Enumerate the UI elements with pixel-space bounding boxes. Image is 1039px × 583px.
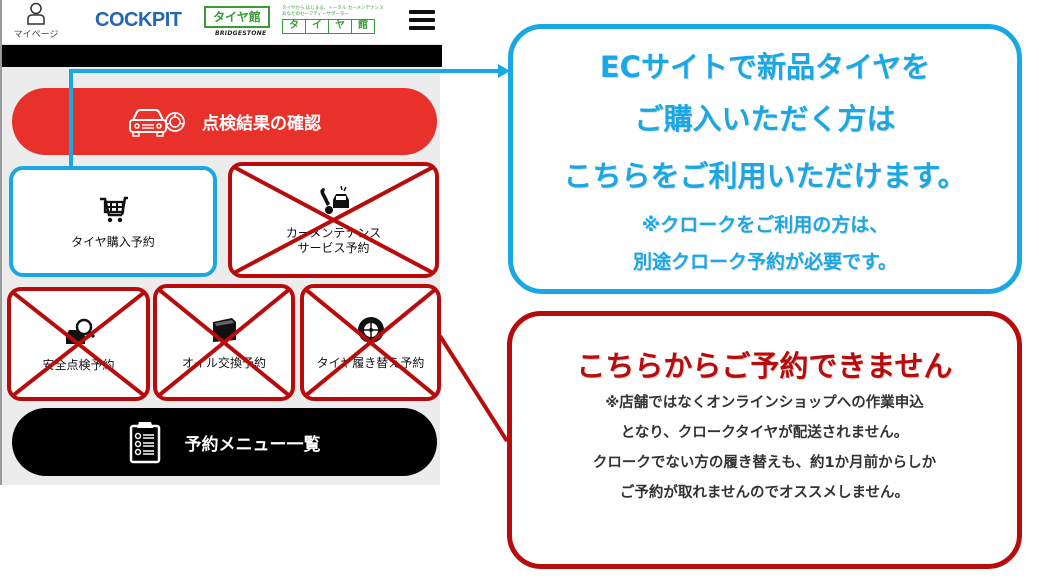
logo-char: イ [305, 19, 329, 34]
tile-label: タイヤ購入予約 [71, 235, 155, 249]
callout-line: ご購入いただく方は [634, 102, 896, 136]
tire-icon [357, 317, 384, 343]
tile-safety-inspection[interactable]: 安全点検予約 [7, 287, 150, 401]
callout-title: こちらからご予約できません [576, 349, 953, 383]
callout-note: ※クロークをご利用の方は、 [641, 214, 889, 236]
user-icon [27, 2, 45, 25]
site-header: マイページ COCKPIT タイヤ館 BRIDGESTONE タイヤから はじま… [2, 0, 442, 45]
tile-label: カーメンテナンス サービス予約 [285, 226, 382, 255]
tile-car-maintenance[interactable]: カーメンテナンス サービス予約 [228, 162, 439, 278]
tile-tire-purchase[interactable]: タイヤ購入予約 [9, 166, 217, 277]
taiyakan-supporter-logo[interactable]: タイヤから はじまる、トータル カーメンテナンス あなたのセーフティーサポーター… [282, 6, 383, 34]
cockpit-logo[interactable]: COCKPIT [95, 9, 182, 32]
car-check-icon [129, 108, 185, 137]
callout-note: 別途クローク予約が必要です。 [632, 251, 898, 273]
callout-line: こちらをご利用いただけます。 [563, 159, 967, 193]
logo-char: タ [282, 19, 306, 34]
tile-label: タイヤ履き替え予約 [316, 356, 425, 370]
hamburger-menu-icon[interactable] [409, 10, 435, 32]
unavailable-cross-mark [232, 166, 435, 274]
callout-unavailable: こちらからご予約できません ※店舗ではなくオンラインショップへの作業申込 となり… [507, 311, 1022, 569]
callout-line: ご予約が取れませんのでオススメしません。 [619, 485, 910, 501]
logo-char: ヤ [328, 19, 352, 34]
callout-line: となり、クロークタイヤが配送されません。 [620, 425, 909, 441]
logo-char: 館 [351, 19, 375, 34]
callout-line: クロークでない方の履き替えも、約1か月前からしか [592, 455, 937, 471]
taiyakan-logo[interactable]: タイヤ館 [204, 6, 270, 28]
logo-tagline-2: あなたのセーフティーサポーター [282, 12, 349, 17]
tile-label: オイル交換予約 [181, 356, 266, 370]
car-inspection-icon [65, 318, 95, 344]
inspection-results-button[interactable]: 点検結果の確認 [12, 88, 437, 155]
tile-label: 安全点検予約 [42, 357, 115, 372]
inspection-results-label: 点検結果の確認 [202, 114, 321, 134]
oil-can-icon [213, 318, 236, 342]
tile-tire-change[interactable]: タイヤ履き替え予約 [300, 284, 441, 401]
clipboard-checklist-icon [129, 422, 160, 464]
reservation-menu-list-button[interactable]: 予約メニュー一覧 [12, 408, 437, 476]
nav-bar [2, 45, 442, 67]
bridgestone-logo: BRIDGESTONE [215, 30, 267, 37]
car-repair-icon [319, 185, 349, 214]
mypage-link[interactable]: マイページ [10, 2, 62, 40]
mypage-label: マイページ [13, 30, 59, 40]
red-connector-line [438, 334, 509, 443]
tile-oil-change[interactable]: オイル交換予約 [153, 284, 295, 401]
cart-icon [100, 196, 128, 223]
callout-ec-site-available: ECサイトで新品タイヤを ご購入いただく方は こちらをご利用いただけます。 ※ク… [508, 24, 1022, 294]
reservation-menu-list-label: 予約メニュー一覧 [184, 434, 321, 455]
mobile-screen: マイページ COCKPIT タイヤ館 BRIDGESTONE タイヤから はじま… [0, 0, 442, 485]
callout-line: ECサイトで新品タイヤを [599, 50, 931, 84]
callout-line: ※店舗ではなくオンラインショップへの作業申込 [605, 395, 924, 411]
